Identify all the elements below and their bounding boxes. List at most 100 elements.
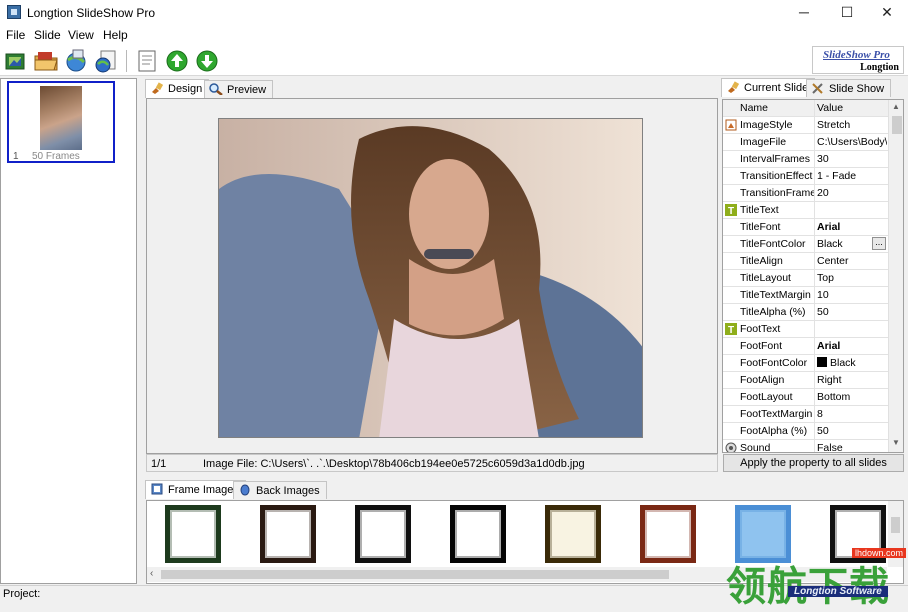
- status-bar: Project:: [0, 585, 908, 601]
- project-label: Project:: [3, 588, 41, 600]
- property-row[interactable]: IntervalFrames 30: [723, 151, 888, 168]
- column-divider: [814, 355, 815, 372]
- property-row[interactable]: ImageFile C:\Users\Body\D: [723, 134, 888, 151]
- gallery-vertical-scrollbar[interactable]: [888, 501, 903, 567]
- property-name: TitleAlign: [740, 255, 783, 267]
- column-divider: [814, 185, 815, 202]
- move-up-icon[interactable]: [164, 48, 190, 74]
- frame-thumbnail[interactable]: [640, 505, 696, 563]
- frame-thumbnail[interactable]: [450, 505, 506, 563]
- property-name: FootFont: [740, 340, 783, 352]
- frame-thumbnail[interactable]: [830, 505, 886, 563]
- property-value[interactable]: 1 - Fade: [817, 170, 887, 182]
- property-value[interactable]: 8: [817, 408, 887, 420]
- property-name: ImageFile: [740, 136, 787, 148]
- property-name: TitleLayout: [740, 272, 791, 284]
- color-swatch: [817, 357, 827, 367]
- property-row[interactable]: TitleAlign Center: [723, 253, 888, 270]
- tab-design-label: Design: [168, 83, 203, 95]
- close-button[interactable]: ✕: [867, 0, 907, 26]
- tab-current-slide[interactable]: Current Slide: [721, 78, 816, 97]
- property-value[interactable]: 10: [817, 289, 887, 301]
- menu-view[interactable]: View: [68, 28, 94, 42]
- property-row[interactable]: FootFontColor Black: [723, 355, 888, 372]
- property-row[interactable]: TransitionFrames 20: [723, 185, 888, 202]
- slide-thumbnail[interactable]: 1 50 Frames: [7, 81, 115, 163]
- frame-thumbnail[interactable]: [735, 505, 791, 563]
- property-value[interactable]: Right: [817, 374, 887, 386]
- property-row[interactable]: T TitleText: [723, 202, 888, 219]
- scroll-thumb[interactable]: [891, 517, 900, 533]
- move-down-icon[interactable]: [194, 48, 220, 74]
- ellipsis-button[interactable]: ...: [872, 237, 886, 250]
- column-divider: [814, 406, 815, 423]
- open-folder-icon[interactable]: [33, 48, 59, 74]
- frame-thumbnail[interactable]: [260, 505, 316, 563]
- scroll-down-icon[interactable]: ▼: [892, 438, 900, 447]
- property-value[interactable]: Top: [817, 272, 887, 284]
- frame-thumbnail[interactable]: [355, 505, 411, 563]
- property-value[interactable]: Arial: [817, 340, 887, 352]
- scroll-up-icon[interactable]: ▲: [892, 102, 900, 111]
- tab-slide-show[interactable]: Slide Show: [806, 79, 892, 97]
- property-value[interactable]: Black: [817, 357, 887, 369]
- property-value[interactable]: 30: [817, 153, 887, 165]
- slide-properties-icon[interactable]: [134, 48, 160, 74]
- tab-preview[interactable]: Preview: [204, 80, 274, 98]
- column-divider: [814, 117, 815, 134]
- property-value[interactable]: Center: [817, 255, 887, 267]
- frame-thumbnail[interactable]: [165, 505, 221, 563]
- apply-to-all-slides-button[interactable]: Apply the property to all slides: [723, 454, 904, 472]
- scroll-thumb[interactable]: [161, 570, 669, 579]
- svg-text:T: T: [728, 325, 734, 335]
- property-row[interactable]: FootFont Arial: [723, 338, 888, 355]
- property-value[interactable]: Stretch: [817, 119, 887, 131]
- property-row[interactable]: FootTextMargin 8: [723, 406, 888, 423]
- tab-frame-images[interactable]: Frame Images: [145, 480, 246, 499]
- sound-icon: [725, 442, 737, 452]
- minimize-button[interactable]: ─: [784, 0, 824, 26]
- slide-frame-count: 50 Frames: [32, 151, 80, 162]
- property-row[interactable]: TitleTextMargin 10: [723, 287, 888, 304]
- property-row[interactable]: TitleAlpha (%) 50: [723, 304, 888, 321]
- scroll-left-icon[interactable]: ‹: [150, 568, 153, 579]
- maximize-button[interactable]: ☐: [827, 0, 867, 26]
- column-divider: [814, 236, 815, 253]
- frame-thumbnail[interactable]: [545, 505, 601, 563]
- tab-frame-images-label: Frame Images: [168, 484, 239, 496]
- column-name-header: Name: [740, 102, 769, 114]
- save-project-icon[interactable]: [63, 48, 89, 74]
- property-value[interactable]: Arial: [817, 221, 887, 233]
- menu-file[interactable]: File: [6, 28, 25, 42]
- property-value[interactable]: 50: [817, 306, 887, 318]
- property-value[interactable]: C:\Users\Body\D: [817, 136, 887, 148]
- property-row[interactable]: T FootText: [723, 321, 888, 338]
- property-row[interactable]: TitleFontColor Black...: [723, 236, 888, 253]
- property-row[interactable]: FootLayout Bottom: [723, 389, 888, 406]
- property-row[interactable]: TransitionEffect 1 - Fade: [723, 168, 888, 185]
- gallery-horizontal-scrollbar[interactable]: ‹: [147, 567, 887, 582]
- tab-design[interactable]: Design: [145, 79, 210, 98]
- property-row[interactable]: ImageStyle Stretch: [723, 117, 888, 134]
- menu-help[interactable]: Help: [103, 28, 128, 42]
- property-row[interactable]: Sound False: [723, 440, 888, 452]
- property-row[interactable]: TitleLayout Top: [723, 270, 888, 287]
- property-value[interactable]: False: [817, 442, 887, 452]
- property-row[interactable]: FootAlpha (%) 50: [723, 423, 888, 440]
- property-name: TitleFont: [740, 221, 781, 233]
- scroll-thumb[interactable]: [892, 116, 902, 134]
- property-value[interactable]: 20: [817, 187, 887, 199]
- add-images-icon[interactable]: [3, 48, 29, 74]
- property-name: FootAlpha (%): [740, 425, 808, 437]
- property-row[interactable]: FootAlign Right: [723, 372, 888, 389]
- property-value[interactable]: 50: [817, 425, 887, 437]
- column-divider: [814, 287, 815, 304]
- tab-back-images[interactable]: Back Images: [233, 481, 327, 499]
- menu-slide[interactable]: Slide: [34, 28, 61, 42]
- text-icon: T: [725, 323, 737, 336]
- property-row[interactable]: TitleFont Arial: [723, 219, 888, 236]
- property-grid-scrollbar[interactable]: ▲ ▼: [888, 100, 903, 452]
- property-value[interactable]: Bottom: [817, 391, 887, 403]
- property-grid-header: Name Value: [723, 100, 888, 117]
- export-icon[interactable]: [93, 48, 119, 74]
